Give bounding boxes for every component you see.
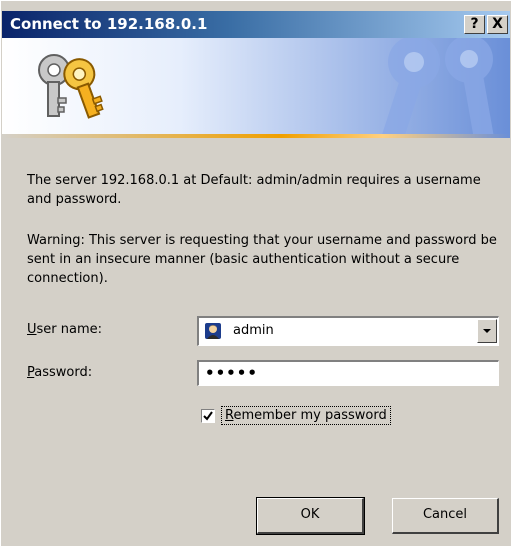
banner-divider <box>2 134 510 138</box>
ok-button[interactable]: OK <box>256 497 365 535</box>
banner <box>2 38 510 134</box>
security-warning: Warning: This server is requesting that … <box>27 233 497 286</box>
cancel-button[interactable]: Cancel <box>392 498 499 534</box>
title-bar[interactable]: Connect to 192.168.0.1 ? X <box>2 11 510 38</box>
dropdown-arrow-button[interactable] <box>477 319 497 343</box>
password-value: ••••• <box>205 364 258 382</box>
keys-watermark-icon <box>381 38 494 134</box>
checkmark-icon <box>203 411 213 421</box>
remember-password-checkbox[interactable] <box>201 409 215 423</box>
user-icon <box>205 323 221 339</box>
username-combobox[interactable]: admin <box>197 316 499 346</box>
remember-label-rest: emember my password <box>233 408 387 423</box>
auth-message: The server 192.168.0.1 at Default: admin… <box>27 173 481 207</box>
login-dialog: Connect to 192.168.0.1 ? X The server 19… <box>0 0 511 546</box>
password-label-rest: assword: <box>34 365 93 380</box>
username-value: admin <box>233 323 274 338</box>
username-label-rest: ser name: <box>36 322 103 337</box>
password-field[interactable]: ••••• <box>197 360 499 386</box>
help-button[interactable]: ? <box>464 15 485 34</box>
password-label: Password: <box>27 365 92 380</box>
close-button[interactable]: X <box>487 15 508 34</box>
keys-icon <box>38 54 104 119</box>
username-label-accel: U <box>27 322 37 337</box>
remember-password-label[interactable]: Remember my password <box>221 406 391 425</box>
window-title: Connect to 192.168.0.1 <box>10 15 208 33</box>
username-label: User name: <box>27 322 102 337</box>
